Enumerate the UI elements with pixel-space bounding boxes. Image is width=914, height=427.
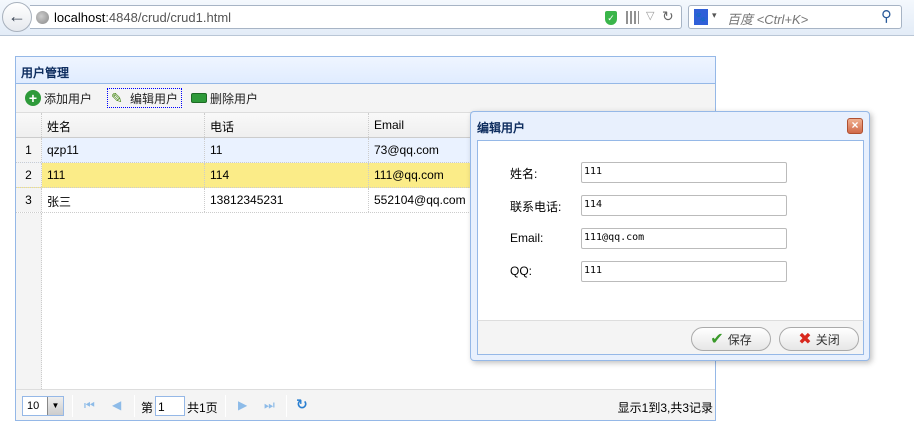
divider	[72, 395, 73, 417]
add-user-button[interactable]: + 添加用户	[22, 88, 95, 108]
page-prefix: 第	[141, 401, 154, 415]
column-header-phone[interactable]: 电话	[205, 113, 369, 137]
minus-icon	[191, 93, 207, 103]
toolbar: + 添加用户 ✎ 编辑用户 删除用户	[16, 84, 715, 113]
save-label: 保存	[727, 332, 752, 347]
panel-title: 用户管理	[16, 57, 715, 84]
url-text[interactable]: localhost:4848/crud/crud1.html	[54, 10, 231, 25]
refresh-icon[interactable]: ↻	[296, 396, 308, 413]
row-number: 1	[16, 138, 42, 162]
qq-input[interactable]: 111	[581, 261, 787, 282]
page-size-value: 10	[27, 400, 40, 412]
back-button[interactable]: ←	[2, 2, 32, 32]
edit-user-dialog: 编辑用户 × 姓名: 111 联系电话: 114 Email: 111@qq.c…	[470, 111, 870, 361]
shield-icon[interactable]: ✓	[605, 11, 617, 25]
check-icon: ✔	[710, 331, 724, 348]
page-size-select[interactable]: 10 ▼	[22, 396, 64, 416]
pencil-icon: ✎	[111, 90, 123, 106]
browser-toolbar: localhost:4848/crud/crud1.html ✓ ▽ ↻ ← 🐾…	[0, 0, 914, 36]
cell-name: 张三	[42, 188, 205, 212]
qr-code-icon[interactable]	[626, 11, 639, 24]
name-label: 姓名:	[510, 167, 538, 181]
reload-icon[interactable]: ↻	[662, 8, 674, 25]
phone-input[interactable]: 114	[581, 195, 787, 216]
plus-icon: +	[25, 90, 41, 106]
email-input[interactable]: 111@qq.com	[581, 228, 787, 249]
x-icon: ✖	[798, 331, 812, 348]
email-label: Email:	[510, 231, 544, 245]
chevron-down-icon[interactable]: ▼	[47, 397, 63, 415]
row-number: 2	[16, 163, 42, 187]
save-button[interactable]: ✔ 保存	[691, 327, 771, 351]
search-placeholder[interactable]: 百度 <Ctrl+K>	[727, 9, 808, 28]
url-path: :4848/crud/crud1.html	[105, 10, 232, 25]
cell-phone: 13812345231	[205, 188, 369, 212]
delete-user-button[interactable]: 删除用户	[188, 88, 261, 108]
next-page-icon[interactable]: ▶	[238, 398, 247, 412]
delete-user-label: 删除用户	[210, 91, 259, 106]
chevron-down-icon[interactable]: ▾	[712, 10, 717, 21]
divider	[225, 395, 226, 417]
page-total: 共1页	[187, 401, 218, 415]
search-box[interactable]: 🐾 ▾ 百度 <Ctrl+K> ⚲	[688, 5, 902, 29]
record-summary: 显示1到3,共3记录	[617, 401, 713, 415]
search-icon[interactable]: ⚲	[881, 7, 892, 25]
cell-phone: 114	[205, 163, 369, 187]
last-page-icon[interactable]: ⏭	[264, 398, 275, 413]
dropdown-arrow-icon[interactable]: ▽	[646, 9, 654, 22]
dialog-form: 姓名: 111 联系电话: 114 Email: 111@qq.com QQ: …	[477, 140, 864, 320]
phone-label: 联系电话:	[510, 200, 562, 214]
close-icon[interactable]: ×	[847, 118, 863, 134]
row-number: 3	[16, 188, 42, 212]
cell-name: qzp11	[42, 138, 205, 162]
first-page-icon[interactable]: ⏮	[84, 398, 95, 413]
pagination-bar: 10 ▼ ⏮ ◀ 第 1 共1页 ▶ ⏭ ↻ 显示1到3,共3记录	[16, 389, 715, 420]
page-number-input[interactable]: 1	[155, 396, 185, 416]
address-bar[interactable]: localhost:4848/crud/crud1.html ✓ ▽ ↻	[30, 5, 682, 29]
rownum-header	[16, 113, 42, 137]
url-host: localhost	[54, 10, 106, 25]
cell-phone: 11	[205, 138, 369, 162]
name-input[interactable]: 111	[581, 162, 787, 183]
globe-icon	[36, 11, 49, 24]
column-header-name[interactable]: 姓名	[42, 113, 205, 137]
baidu-icon[interactable]: 🐾	[694, 9, 708, 25]
divider	[134, 395, 135, 417]
dialog-title[interactable]: 编辑用户	[477, 119, 525, 136]
add-user-label: 添加用户	[44, 91, 93, 106]
edit-user-button[interactable]: ✎ 编辑用户	[107, 88, 183, 108]
rownum-gutter	[16, 213, 42, 389]
prev-page-icon[interactable]: ◀	[112, 398, 121, 412]
cell-name: 111	[42, 163, 205, 187]
close-label: 关闭	[815, 332, 840, 347]
qq-label: QQ:	[510, 264, 533, 278]
dialog-footer: ✔ 保存 ✖ 关闭	[477, 320, 864, 355]
edit-user-label: 编辑用户	[130, 91, 179, 106]
divider	[286, 395, 287, 417]
close-button[interactable]: ✖ 关闭	[779, 327, 859, 351]
